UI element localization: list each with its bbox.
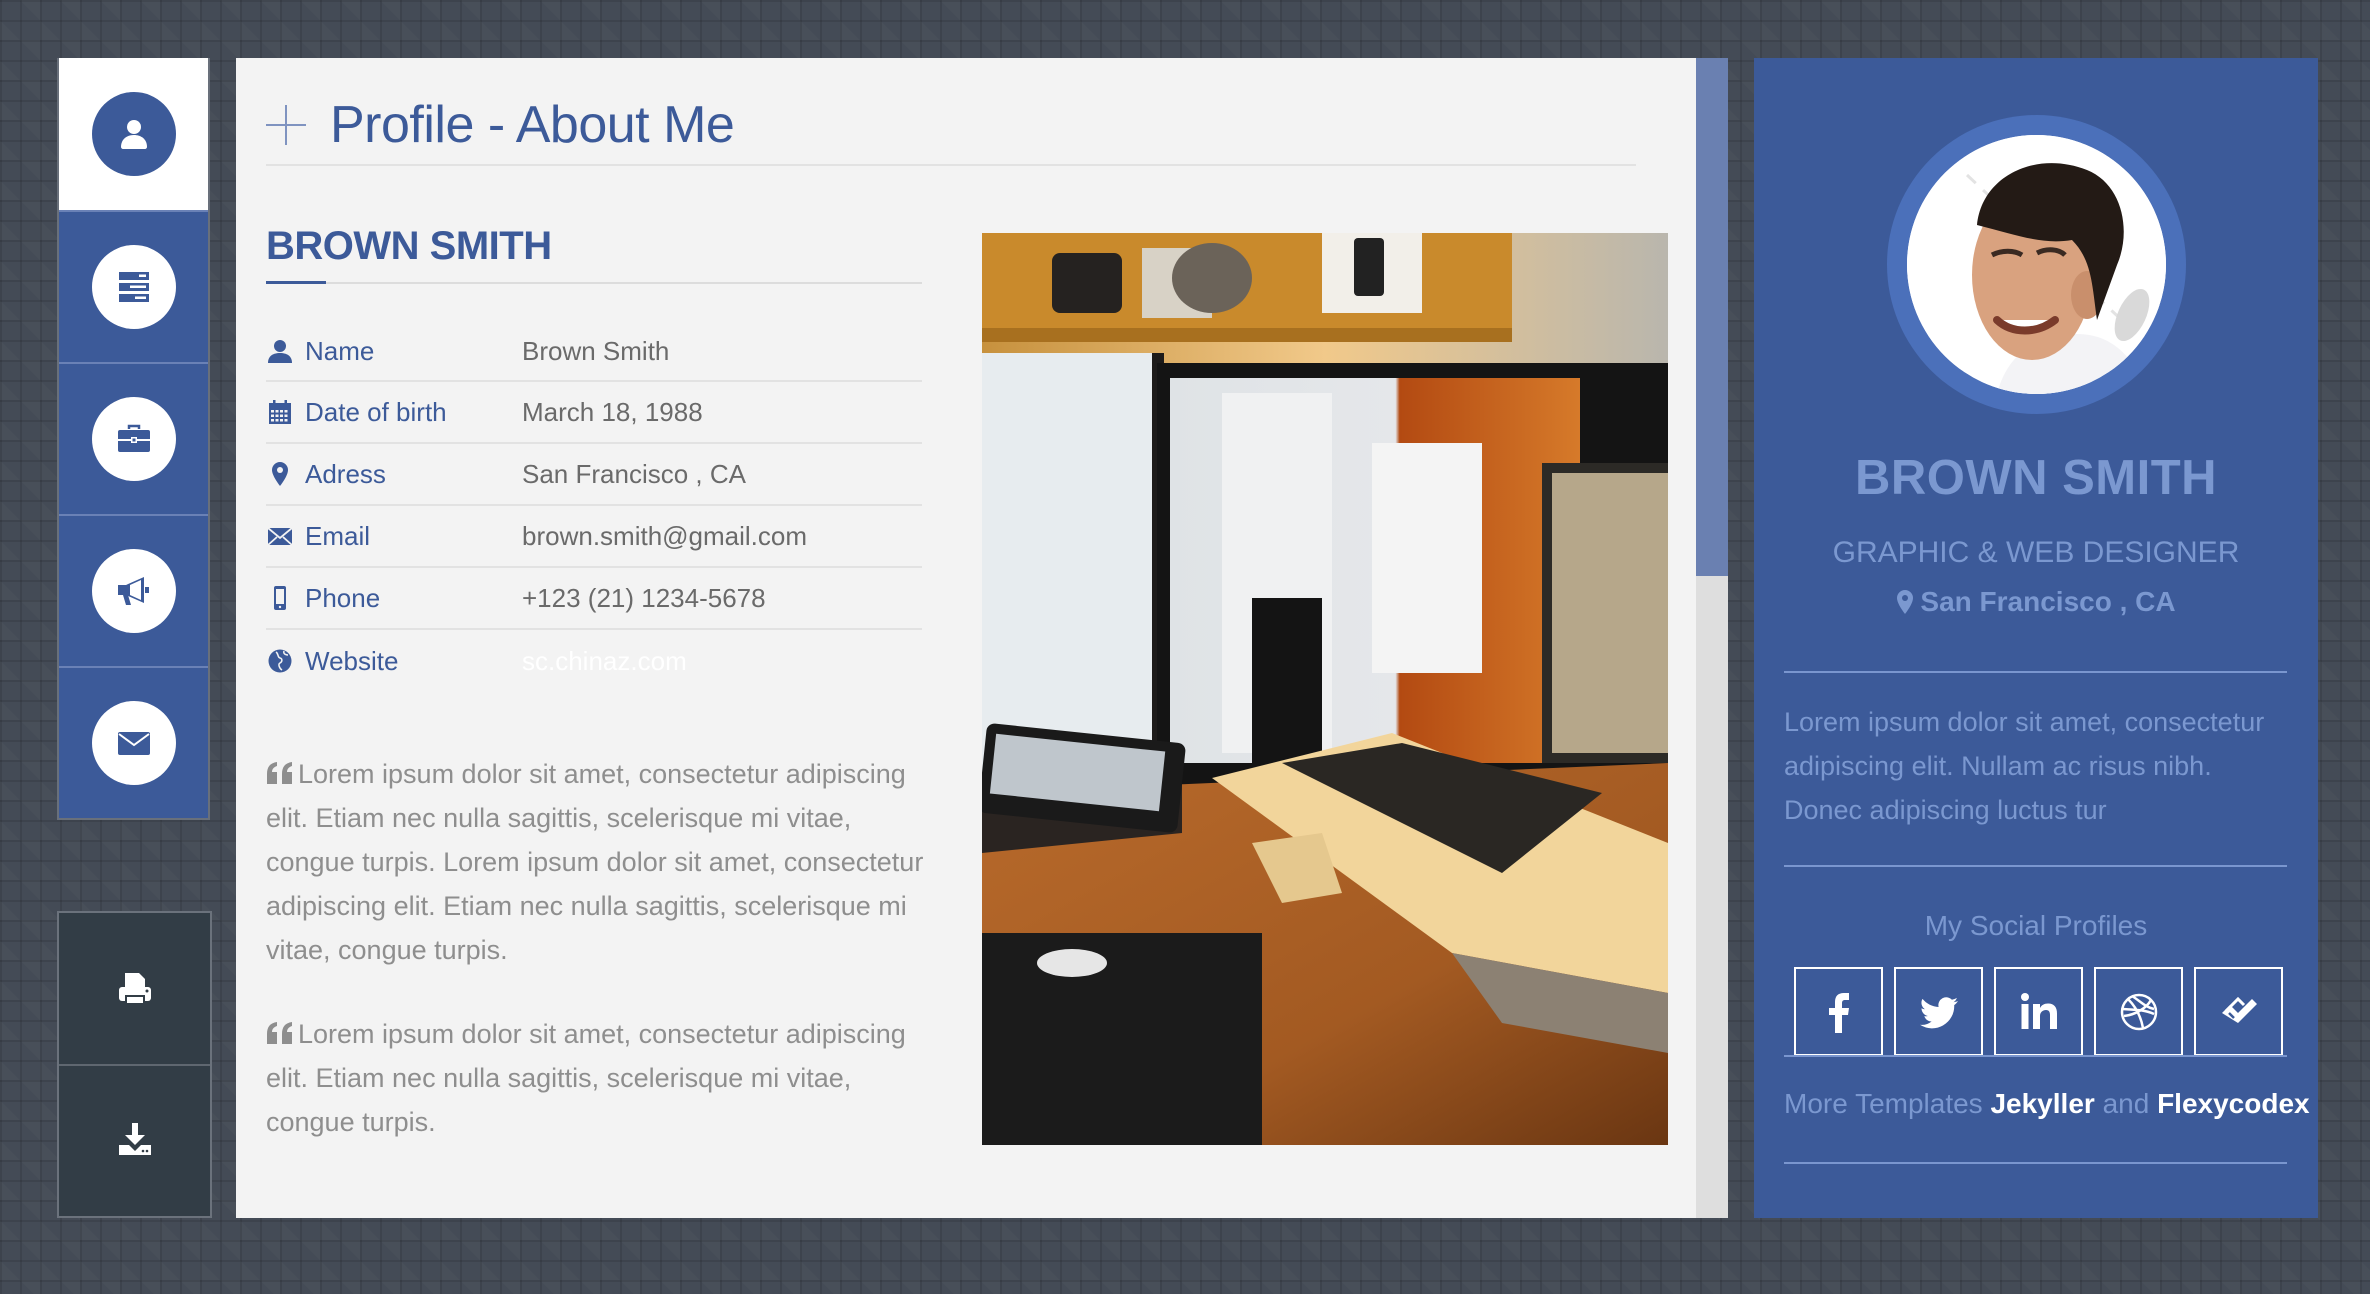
avatar xyxy=(1907,135,2166,394)
sidebar-item-contact[interactable] xyxy=(59,666,208,818)
social-title: My Social Profiles xyxy=(1924,910,2148,941)
sidebar-item-profile[interactable] xyxy=(59,58,208,210)
info-value: brown.smith@gmail.com xyxy=(522,520,808,551)
more-templates-and: and xyxy=(2102,1088,2150,1119)
info-label: Date of birth xyxy=(305,396,447,427)
plus-icon xyxy=(266,105,306,145)
page-title-text: Profile - About Me xyxy=(330,96,735,154)
title-divider xyxy=(266,164,1636,166)
about-me-panel: Profile - About Me BROWN SMITH Name Brow… xyxy=(236,58,1696,1218)
info-row-dob: Date of birth March 18, 1988 xyxy=(266,382,922,444)
profile-card: BROWN SMITH GRAPHIC & WEB DESIGNER San F… xyxy=(1754,58,2318,1218)
info-row-email: Email brown.smith@gmail.com xyxy=(266,506,922,568)
info-row-name: Name Brown Smith xyxy=(266,322,922,382)
quote-paragraph: Lorem ipsum dolor sit amet, consectetur … xyxy=(266,1012,926,1144)
quote-paragraph: Lorem ipsum dolor sit amet, consectetur … xyxy=(266,752,926,972)
info-value: +123 (21) 1234-5678 xyxy=(522,582,766,613)
user-icon xyxy=(120,120,147,149)
scrollbar-thumb[interactable] xyxy=(1696,58,1728,576)
tools-panel xyxy=(57,911,212,1218)
main-scrollbar[interactable] xyxy=(1696,58,1728,1218)
quote-text: Lorem ipsum dolor sit amet, consectetur … xyxy=(266,1019,906,1137)
workspace-photo xyxy=(982,233,1668,1145)
twitter-button[interactable] xyxy=(1894,967,1983,1056)
sidebar-icon-circle xyxy=(91,397,176,481)
page-title: Profile - About Me xyxy=(266,90,735,160)
briefcase-icon xyxy=(117,424,150,452)
mobile-phone-icon xyxy=(274,586,286,610)
card-role: GRAPHIC & WEB DESIGNER xyxy=(1832,536,2240,569)
quote-left-icon xyxy=(267,762,292,784)
sidebar-nav xyxy=(57,58,210,820)
info-row-phone: Phone +123 (21) 1234-5678 xyxy=(266,568,922,630)
linkedin-icon xyxy=(2020,992,2057,1029)
globe-icon xyxy=(268,649,292,673)
calendar-icon xyxy=(269,400,291,424)
envelope-icon xyxy=(117,732,150,755)
sidebar-item-portfolio[interactable] xyxy=(59,362,208,514)
card-divider xyxy=(1784,1162,2287,1164)
download-icon xyxy=(118,1122,151,1155)
jekyller-link[interactable]: Jekyller xyxy=(1990,1088,2094,1119)
quote-left-icon xyxy=(267,1022,292,1044)
envelope-icon xyxy=(267,527,293,546)
user-icon xyxy=(268,340,292,363)
card-location: San Francisco , CA xyxy=(1754,586,2318,618)
card-name: BROWN SMITH xyxy=(1854,451,2218,505)
print-button[interactable] xyxy=(59,913,210,1064)
server-list-icon xyxy=(118,272,149,302)
card-bio: Lorem ipsum dolor sit amet, consectetur … xyxy=(1784,707,2265,825)
info-label: Website xyxy=(305,645,399,676)
card-divider xyxy=(1784,865,2287,867)
website-link[interactable]: sc.chinaz.com xyxy=(522,646,687,677)
avatar-ring xyxy=(1887,115,2186,414)
dribbble-button[interactable] xyxy=(2094,967,2183,1056)
foursquare-button[interactable] xyxy=(2194,967,2283,1056)
linkedin-button[interactable] xyxy=(1994,967,2083,1056)
facebook-button[interactable] xyxy=(1794,967,1883,1056)
info-value: Brown Smith xyxy=(522,335,670,366)
map-marker-icon xyxy=(1897,590,1914,614)
workspace-photo-illustration xyxy=(982,233,1668,1145)
profile-name-heading: BROWN SMITH xyxy=(266,224,552,268)
avatar-portrait xyxy=(1907,135,2166,394)
info-label: Adress xyxy=(305,458,386,489)
more-templates-prefix: More Templates xyxy=(1784,1088,1983,1119)
card-location-text: San Francisco , CA xyxy=(1920,586,2176,617)
more-templates: More Templates Jekyller and Flexycodex xyxy=(1784,1088,2310,1120)
facebook-icon xyxy=(1828,992,1849,1033)
info-label: Phone xyxy=(305,582,381,613)
download-button[interactable] xyxy=(59,1064,210,1215)
card-divider xyxy=(1784,1055,2287,1057)
social-links xyxy=(1794,967,2283,1056)
card-divider xyxy=(1784,671,2287,673)
info-row-address: Adress San Francisco , CA xyxy=(266,444,922,506)
sidebar-item-announcements[interactable] xyxy=(59,514,208,666)
map-marker-icon xyxy=(272,462,288,486)
megaphone-icon xyxy=(117,577,149,605)
profile-info-list: Name Brown Smith Date of birth March 18,… xyxy=(266,322,922,692)
flexycodex-link[interactable]: Flexycodex xyxy=(2157,1088,2310,1119)
heading-underline xyxy=(266,281,922,284)
foursquare-icon xyxy=(2221,996,2257,1023)
dribbble-icon xyxy=(2120,993,2157,1030)
printer-icon xyxy=(118,972,151,1005)
sidebar-icon-circle xyxy=(91,245,176,329)
info-label: Name xyxy=(305,335,375,366)
info-value: March 18, 1988 xyxy=(522,396,703,427)
sidebar-icon-circle xyxy=(91,549,176,633)
sidebar-icon-circle xyxy=(91,92,176,176)
quote-text: Lorem ipsum dolor sit amet, consectetur … xyxy=(266,759,924,965)
info-row-website: Website sc.chinaz.com xyxy=(266,630,922,692)
info-value: San Francisco , CA xyxy=(522,458,746,489)
sidebar-icon-circle xyxy=(91,701,176,785)
info-label: Email xyxy=(305,520,371,551)
twitter-icon xyxy=(1919,996,1958,1028)
sidebar-item-resume[interactable] xyxy=(59,210,208,362)
